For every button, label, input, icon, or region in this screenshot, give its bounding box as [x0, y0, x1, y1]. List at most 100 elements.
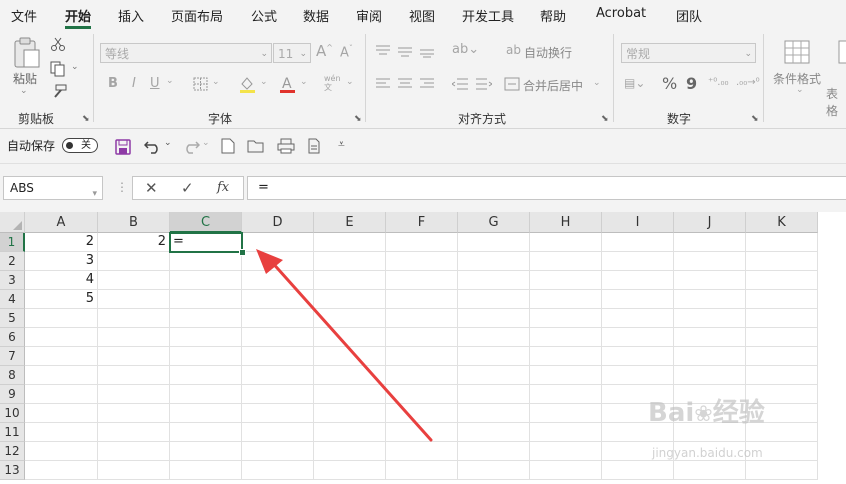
clipboard-group-label: 剪贴板	[18, 112, 55, 126]
active-tab-indicator	[65, 26, 91, 29]
fill-color-dropdown-icon[interactable]: ⌄	[260, 77, 268, 87]
svg-text:A: A	[282, 76, 292, 92]
watermark-logo: Bai❀经验	[648, 392, 765, 429]
font-launcher-icon[interactable]: ⬊	[354, 114, 362, 124]
watermark-brand-cn: 经验	[712, 398, 765, 428]
number-format-select[interactable]: 常规 ⌄	[621, 43, 756, 63]
decrease-font-icon[interactable]: Aˇ	[340, 44, 353, 60]
conditional-format-icon[interactable]	[784, 40, 810, 64]
ribbon: 粘贴 ⌄ ⌄ 剪贴板 ⬊ 等线 ⌄ 11 ⌄ A^ Aˇ B I U ⌄ ⌄ ⌄…	[0, 30, 846, 129]
paste-icon[interactable]	[12, 36, 42, 70]
vertical-align-icons[interactable]	[376, 44, 448, 58]
menu-review[interactable]: 审阅	[356, 6, 382, 25]
annotation-arrow	[256, 249, 433, 442]
menu-insert[interactable]: 插入	[118, 6, 144, 25]
italic-button[interactable]: I	[132, 76, 136, 91]
paste-dropdown-icon[interactable]: ⌄	[20, 86, 28, 96]
conditional-format-dropdown-icon[interactable]: ⌄	[796, 85, 804, 95]
menu-acrobat[interactable]: Acrobat	[596, 6, 646, 21]
name-box-value: ABS	[10, 181, 34, 195]
toggle-knob	[66, 142, 73, 149]
watermark-brand: Bai	[648, 398, 695, 428]
autosave-toggle[interactable]: 关	[62, 138, 98, 153]
merge-dropdown-icon[interactable]: ⌄	[593, 78, 601, 88]
save-icon[interactable]	[115, 139, 131, 155]
currency-icon[interactable]: ▤⌄	[624, 76, 645, 90]
menu-formulas[interactable]: 公式	[251, 6, 277, 25]
customize-qat-icon[interactable]: ⩡	[338, 137, 345, 152]
menu-file[interactable]: 文件	[11, 6, 37, 25]
font-size-value: 11	[278, 47, 294, 61]
menu-home[interactable]: 开始	[65, 6, 91, 25]
table-format-button[interactable]: 表格	[826, 85, 846, 119]
phonetic-dropdown-icon[interactable]: ⌄	[346, 77, 354, 87]
font-name-value: 等线	[105, 47, 130, 61]
cut-icon[interactable]	[50, 36, 66, 52]
open-folder-icon[interactable]	[247, 138, 265, 154]
underline-dropdown-icon[interactable]: ⌄	[166, 76, 174, 86]
horizontal-align-icons[interactable]	[376, 77, 448, 91]
increase-font-icon[interactable]: A^	[316, 42, 333, 60]
bold-button[interactable]: B	[108, 76, 118, 91]
formula-buttons: ✕ ✓ fx	[132, 176, 244, 200]
formula-bar: ABS ▾ ⋮ ✕ ✓ fx =	[0, 164, 846, 212]
borders-dropdown-icon[interactable]: ⌄	[212, 77, 220, 87]
menu-team[interactable]: 团队	[676, 6, 702, 25]
fill-color-icon[interactable]	[238, 74, 258, 94]
alignment-launcher-icon[interactable]: ⬊	[601, 114, 609, 124]
enter-check-icon[interactable]: ✓	[181, 179, 194, 197]
font-size-select[interactable]: 11 ⌄	[273, 43, 311, 63]
wrap-text-icon[interactable]: ab	[506, 43, 521, 57]
chevron-down-icon: ▾	[92, 189, 97, 199]
redo-dropdown-icon[interactable]: ⌄	[202, 138, 210, 148]
autosave-state: 关	[81, 140, 91, 151]
wrap-text-button[interactable]: 自动换行	[524, 44, 572, 61]
redo-icon[interactable]	[182, 138, 200, 154]
chevron-down-icon: ⌄	[744, 49, 752, 59]
increase-decimal-icon[interactable]: ⁺⁰.₀₀	[708, 77, 728, 88]
group-separator	[613, 34, 614, 122]
number-format-value: 常规	[626, 47, 651, 61]
spreadsheet-grid: ABCDEFGHIJK 1 2 3 4 5 6 7 8 9 10 11 12 13 2 2 = 3 4 5 Bai…	[0, 212, 846, 484]
insert-function-icon[interactable]: fx	[217, 180, 229, 195]
copy-icon[interactable]	[50, 61, 68, 77]
copy-dropdown-icon[interactable]: ⌄	[71, 62, 79, 72]
merge-icon[interactable]	[504, 77, 520, 91]
group-separator	[365, 34, 366, 122]
menu-help[interactable]: 帮助	[540, 6, 566, 25]
table-format-icon[interactable]	[838, 40, 846, 64]
number-launcher-icon[interactable]: ⬊	[751, 114, 759, 124]
cancel-icon[interactable]: ✕	[145, 179, 158, 197]
orientation-icon[interactable]: ab⌄	[452, 42, 479, 57]
new-file-icon[interactable]	[221, 138, 235, 154]
undo-dropdown-icon[interactable]: ⌄	[164, 138, 172, 148]
underline-button[interactable]: U	[150, 76, 160, 91]
print-preview-icon[interactable]	[277, 138, 295, 154]
borders-icon[interactable]	[192, 76, 210, 92]
decrease-decimal-icon[interactable]: .₀₀→⁰	[736, 77, 760, 88]
format-painter-icon[interactable]	[50, 84, 68, 100]
percent-button[interactable]: %	[662, 74, 677, 93]
font-color-icon[interactable]: A	[278, 74, 298, 94]
menu-developer[interactable]: 开发工具	[462, 6, 514, 25]
menu-page-layout[interactable]: 页面布局	[171, 6, 223, 25]
font-name-select[interactable]: 等线 ⌄	[100, 43, 272, 63]
number-group-label: 数字	[667, 112, 692, 126]
font-color-dropdown-icon[interactable]: ⌄	[300, 77, 308, 87]
menu-data[interactable]: 数据	[303, 6, 329, 25]
formula-input[interactable]: =	[247, 176, 846, 200]
name-box[interactable]: ABS ▾	[3, 176, 103, 200]
paste-label[interactable]: 粘贴	[13, 70, 37, 87]
indent-icons[interactable]	[452, 77, 492, 91]
print-icon[interactable]	[307, 138, 325, 154]
menu-view[interactable]: 视图	[409, 6, 435, 25]
quick-access-toolbar: 自动保存 关 ⌄ ⌄ ⩡	[0, 129, 846, 164]
merge-center-button[interactable]: 合并后居中	[523, 77, 583, 94]
comma-style-button[interactable]: 9	[686, 74, 697, 93]
alignment-group-label: 对齐方式	[458, 112, 507, 126]
group-separator	[763, 34, 764, 122]
phonetic-guide-icon[interactable]: wén 文	[324, 74, 341, 92]
undo-icon[interactable]	[144, 138, 162, 154]
clipboard-launcher-icon[interactable]: ⬊	[82, 114, 90, 124]
formula-bar-grip-icon: ⋮	[116, 180, 128, 194]
